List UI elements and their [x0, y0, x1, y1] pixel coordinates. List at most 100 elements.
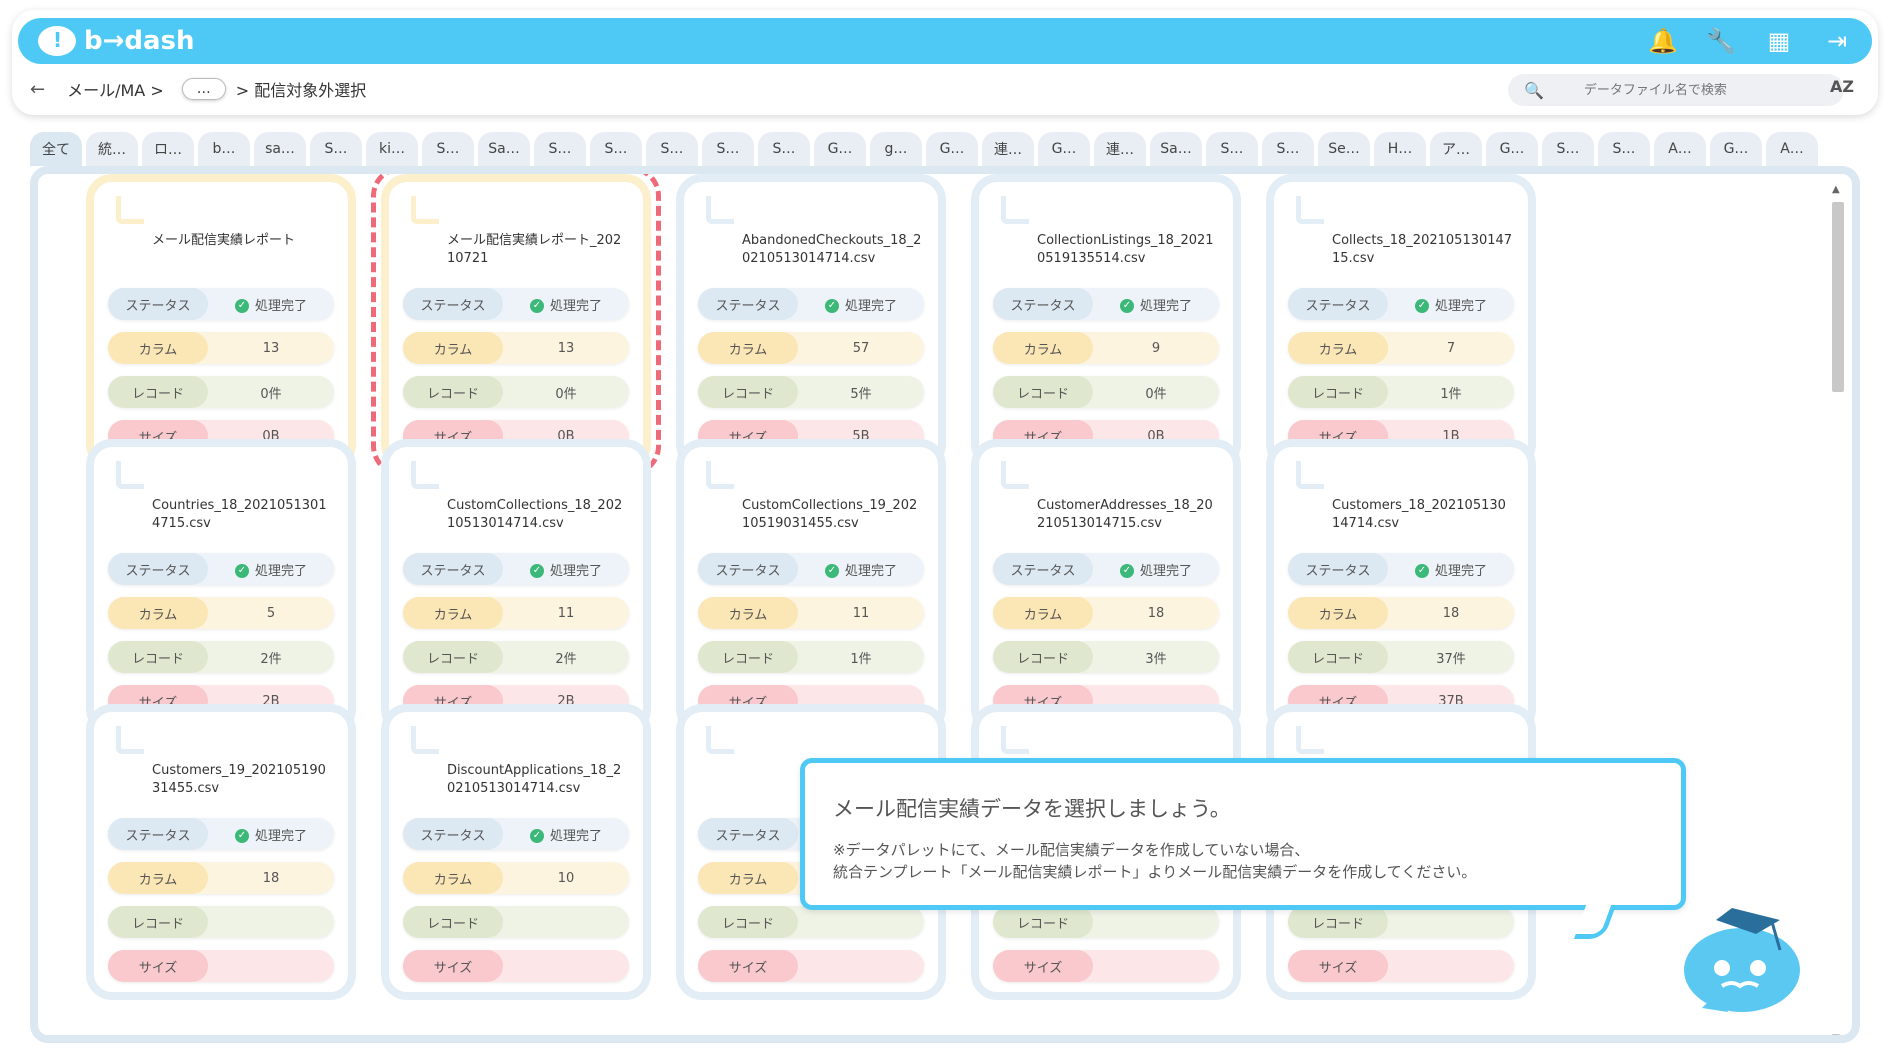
scroll-up-icon[interactable]: ▲	[1832, 184, 1840, 195]
category-tab[interactable]: S…	[646, 132, 698, 166]
column-value: 13	[557, 340, 575, 356]
app-logo[interactable]: b→dash	[38, 26, 195, 56]
record-row: レコード 3件	[993, 641, 1219, 673]
scroll-down-icon[interactable]: ▼	[1832, 1033, 1840, 1035]
status-row: ステータス ✓ 処理完了	[1288, 553, 1514, 585]
record-row: レコード 5件	[698, 376, 924, 408]
status-label: ステータス	[403, 553, 503, 585]
category-tab[interactable]: S…	[590, 132, 642, 166]
category-tab[interactable]: G…	[1486, 132, 1538, 166]
record-label: レコード	[1288, 641, 1388, 673]
category-tab[interactable]: S…	[702, 132, 754, 166]
size-row: サイズ	[993, 950, 1219, 982]
status-row: ステータス ✓ 処理完了	[403, 288, 629, 320]
file-card[interactable]: AbandonedCheckouts_18_20210513014714.csv…	[676, 174, 946, 470]
category-tab[interactable]: G…	[814, 132, 866, 166]
category-tab[interactable]: S…	[1542, 132, 1594, 166]
check-icon: ✓	[824, 299, 839, 313]
category-tab[interactable]: G…	[926, 132, 978, 166]
status-row: ステータス ✓ 処理完了	[1288, 288, 1514, 320]
record-value: 2件	[260, 651, 282, 667]
column-label: カラム	[108, 862, 208, 894]
record-label: レコード	[698, 906, 798, 938]
search-input[interactable]	[1583, 82, 1784, 98]
wrench-icon[interactable]: 🔧	[1706, 27, 1736, 55]
category-tab[interactable]: Se…	[1318, 132, 1370, 166]
category-tab[interactable]: S…	[534, 132, 586, 166]
file-card[interactable]: Customers_19_20210519031455.csv ステータス ✓ 処理完…	[86, 704, 356, 1000]
category-tab[interactable]: G…	[1038, 132, 1090, 166]
category-tab[interactable]: ア…	[1430, 132, 1482, 166]
file-corner-icon	[411, 196, 439, 224]
record-label: レコード	[403, 906, 503, 938]
status-text: 処理完了	[844, 563, 897, 579]
file-name: メール配信実績レポート	[152, 233, 296, 248]
column-label: カラム	[698, 332, 798, 364]
category-tab[interactable]: Sa…	[1150, 132, 1202, 166]
category-tab[interactable]: H…	[1374, 132, 1426, 166]
file-card[interactable]: CustomCollections_18_20210513014714.csv ス…	[381, 439, 651, 735]
file-card[interactable]: DiscountApplications_18_20210513014714.c…	[381, 704, 651, 1000]
scrollbar[interactable]: ▲ ▼	[1830, 184, 1846, 1035]
category-tab[interactable]: S…	[1206, 132, 1258, 166]
category-tab[interactable]: 連…	[982, 132, 1034, 166]
category-tab[interactable]: 全て	[30, 132, 82, 166]
file-card[interactable]: CollectionListings_18_20210519135514.csv…	[971, 174, 1241, 470]
category-tab[interactable]: ロ…	[142, 132, 194, 166]
category-tab[interactable]: S…	[1598, 132, 1650, 166]
status-label: ステータス	[108, 818, 208, 850]
category-tab[interactable]: S…	[758, 132, 810, 166]
category-tab[interactable]: G…	[1710, 132, 1762, 166]
status-value: ✓ 処理完了	[1093, 560, 1219, 579]
column-row: カラム 5	[108, 597, 334, 629]
category-tab[interactable]: 統…	[86, 132, 138, 166]
record-row: レコード	[403, 906, 629, 938]
category-tab[interactable]: ki…	[366, 132, 418, 166]
status-text: 処理完了	[254, 298, 307, 314]
file-corner-icon	[116, 196, 144, 224]
grid-icon[interactable]: ▦	[1764, 27, 1794, 55]
breadcrumb-root[interactable]: メール/MA >	[67, 77, 164, 101]
column-value: 7	[1446, 340, 1456, 356]
category-tab[interactable]: b…	[198, 132, 250, 166]
file-card[interactable]: CustomCollections_19_20210519031455.csv ス…	[676, 439, 946, 735]
breadcrumb-more-button[interactable]: …	[181, 78, 226, 100]
bell-icon[interactable]: 🔔	[1648, 27, 1678, 55]
status-value: ✓ 処理完了	[1093, 295, 1219, 314]
file-corner-icon	[1001, 726, 1029, 754]
top-bar: b→dash 🔔 🔧 ▦ ⇥	[18, 18, 1872, 64]
file-corner-icon	[411, 726, 439, 754]
category-tab[interactable]: S…	[1262, 132, 1314, 166]
file-card[interactable]: メール配信実績レポート_20210721 ステータス ✓ 処理完了 カラム 13 レコード 0…	[381, 174, 651, 470]
column-label: カラム	[108, 597, 208, 629]
category-tab[interactable]: A…	[1654, 132, 1706, 166]
back-icon[interactable]: ←	[30, 79, 45, 100]
scrollbar-thumb[interactable]	[1832, 202, 1844, 392]
column-row: カラム 9	[993, 332, 1219, 364]
file-card[interactable]: Collects_18_20210513014715.csv ステータス ✓ 処理完了…	[1266, 174, 1536, 470]
category-tab[interactable]: S…	[310, 132, 362, 166]
tooltip-line-2: 統合テンプレート「メール配信実績レポート」よりメール配信実績データを作成してくだ…	[833, 863, 1477, 881]
category-tab[interactable]: g…	[870, 132, 922, 166]
logo-bubble-icon	[38, 26, 76, 56]
status-value: ✓ 処理完了	[208, 295, 334, 314]
category-tab[interactable]: 連…	[1094, 132, 1146, 166]
file-name: AbandonedCheckouts_18_20210513014714.csv	[742, 233, 922, 266]
category-tab[interactable]: A…	[1766, 132, 1818, 166]
size-row: サイズ	[108, 950, 334, 982]
file-card[interactable]: Countries_18_20210513014715.csv ステータス ✓ 処理完…	[86, 439, 356, 735]
category-tab[interactable]: S…	[422, 132, 474, 166]
file-card[interactable]: Customers_18_20210513014714.csv ステータス ✓ 処理完…	[1266, 439, 1536, 735]
status-label: ステータス	[698, 553, 798, 585]
logout-icon[interactable]: ⇥	[1822, 27, 1852, 55]
record-value: 3件	[1145, 651, 1167, 667]
status-value: ✓ 処理完了	[1388, 560, 1514, 579]
logo-text: b→dash	[84, 26, 195, 56]
category-tab[interactable]: Sa…	[478, 132, 530, 166]
file-card[interactable]: CustomerAddresses_18_20210513014715.csv ス…	[971, 439, 1241, 735]
column-value: 9	[1151, 340, 1161, 356]
file-card[interactable]: メール配信実績レポート ステータス ✓ 処理完了 カラム 13 レコード 0件 サイズ 0B	[86, 174, 356, 470]
record-row: レコード 1件	[1288, 376, 1514, 408]
sort-az-button[interactable]: AZ	[1830, 77, 1854, 96]
category-tab[interactable]: sa…	[254, 132, 306, 166]
